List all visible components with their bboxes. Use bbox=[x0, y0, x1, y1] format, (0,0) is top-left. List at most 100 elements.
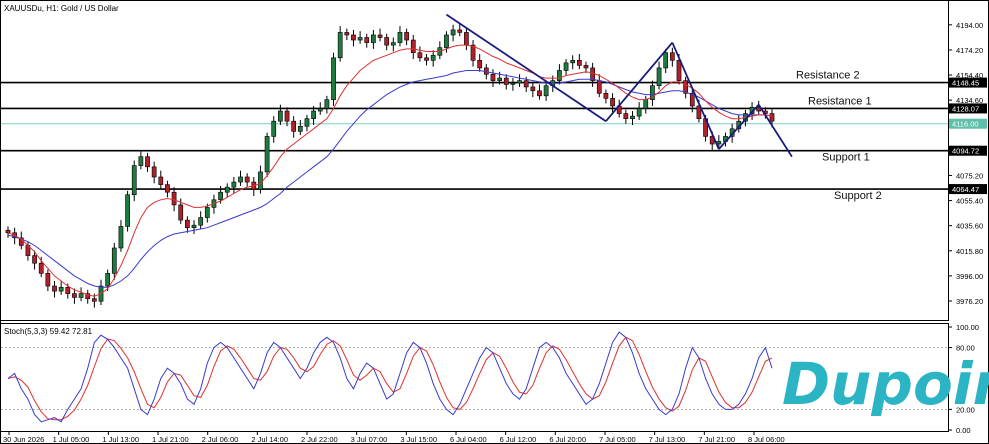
candle-body bbox=[92, 298, 97, 302]
candle-body bbox=[477, 60, 483, 69]
candle-body bbox=[583, 65, 589, 69]
candle-body bbox=[131, 165, 137, 196]
candle-body bbox=[238, 176, 243, 183]
level-price-tag-text: 4148.45 bbox=[952, 79, 979, 88]
candle-body bbox=[503, 77, 509, 85]
candle-body bbox=[72, 293, 77, 298]
price-tick-label: 3976.20 bbox=[956, 297, 983, 306]
candle-body bbox=[430, 54, 436, 61]
price-tick-label: 4174.20 bbox=[956, 46, 983, 55]
candle-body bbox=[596, 80, 602, 94]
price-tick-label: 4015.80 bbox=[956, 247, 983, 256]
candle-body bbox=[769, 113, 775, 122]
candle-body bbox=[623, 113, 629, 119]
candle-body bbox=[424, 57, 429, 61]
candle-body bbox=[198, 217, 204, 226]
candle-body bbox=[490, 73, 496, 81]
price-tick-label: 4035.60 bbox=[956, 222, 983, 231]
candle-body bbox=[5, 229, 11, 234]
candle-body bbox=[510, 82, 516, 85]
candle-body bbox=[145, 156, 150, 168]
chart: XAUUSDu, H1: Gold / US Dollar Stoch(5,3,… bbox=[0, 0, 989, 444]
candle-body bbox=[125, 194, 130, 227]
candle-body bbox=[297, 125, 303, 132]
candle-body bbox=[364, 37, 370, 43]
time-tick-label: 8 Jul 06:00 bbox=[748, 435, 785, 444]
candle-body bbox=[118, 226, 124, 249]
candle-body bbox=[377, 34, 383, 38]
candle-body bbox=[32, 255, 37, 264]
candle-body bbox=[384, 37, 390, 46]
candle-body bbox=[543, 85, 549, 97]
candle-body bbox=[351, 34, 356, 41]
candle-body bbox=[444, 34, 449, 48]
candle-body bbox=[397, 32, 403, 43]
candle-body bbox=[38, 262, 44, 274]
level-label: Resistance 2 bbox=[796, 70, 860, 82]
candle-body bbox=[404, 32, 409, 41]
time-tick-label: 1 Jul 05:00 bbox=[53, 435, 90, 444]
candle-body bbox=[304, 118, 310, 127]
current-price-tag-text: 4116.00 bbox=[952, 120, 979, 129]
candle-body bbox=[410, 39, 416, 54]
candle-body bbox=[663, 52, 669, 69]
candle-body bbox=[357, 37, 363, 41]
candle-body bbox=[231, 181, 237, 188]
candle-body bbox=[636, 108, 642, 117]
level-label: Resistance 1 bbox=[808, 95, 872, 107]
chart-header: XAUUSDu, H1: Gold / US Dollar bbox=[4, 4, 119, 13]
candle-body bbox=[65, 286, 71, 294]
candle-body bbox=[271, 120, 277, 137]
candle-body bbox=[58, 286, 64, 292]
candle-body bbox=[224, 186, 230, 193]
candle-body bbox=[105, 273, 111, 287]
candle-body bbox=[530, 86, 536, 92]
candle-body bbox=[284, 110, 290, 122]
candle-body bbox=[178, 204, 184, 221]
time-tick-label: 7 Jul 21:00 bbox=[698, 435, 735, 444]
candle-body bbox=[590, 67, 595, 81]
candle-body bbox=[371, 34, 376, 43]
candle-body bbox=[171, 191, 177, 206]
candle-body bbox=[563, 62, 569, 71]
candle-body bbox=[78, 293, 84, 298]
time-tick-label: 30 Jun 2026 bbox=[3, 435, 44, 444]
time-tick-label: 1 Jul 21:00 bbox=[152, 435, 189, 444]
candle-body bbox=[390, 42, 396, 46]
candle-body bbox=[311, 110, 316, 119]
candle-body bbox=[138, 156, 144, 166]
level-label: Support 2 bbox=[834, 190, 882, 202]
price-tick-label: 4194.00 bbox=[956, 21, 983, 30]
candle-body bbox=[570, 60, 576, 64]
stoch-label: Stoch(5,3,3) 59.42 72.81 bbox=[4, 327, 93, 336]
time-tick-label: 6 Jul 20:00 bbox=[549, 435, 586, 444]
time-tick-label: 7 Jul 05:00 bbox=[599, 435, 636, 444]
candle-body bbox=[191, 224, 197, 229]
candle-body bbox=[111, 247, 117, 274]
candle-body bbox=[557, 70, 562, 81]
candle-body bbox=[244, 176, 250, 183]
candle-body bbox=[676, 60, 682, 81]
time-tick-label: 6 Jul 04:00 bbox=[450, 435, 487, 444]
candle-body bbox=[151, 166, 157, 178]
candle-body bbox=[464, 32, 469, 46]
candle-body bbox=[417, 52, 423, 59]
time-tick-label: 3 Jul 07:00 bbox=[351, 435, 388, 444]
candle-body bbox=[497, 77, 502, 81]
time-tick-label: 2 Jul 22:00 bbox=[301, 435, 338, 444]
candle-body bbox=[517, 80, 522, 84]
svg-text:Dupoin: Dupoin bbox=[782, 350, 989, 418]
candle-body bbox=[643, 99, 649, 109]
candle-body bbox=[457, 29, 463, 33]
candle-body bbox=[291, 120, 297, 132]
time-tick-label: 2 Jul 06:00 bbox=[202, 435, 239, 444]
time-tick-label: 1 Jul 13:00 bbox=[102, 435, 139, 444]
candle-body bbox=[450, 29, 456, 36]
candle-body bbox=[344, 32, 350, 36]
time-tick-label: 6 Jul 12:00 bbox=[500, 435, 537, 444]
price-tick-label: 4055.40 bbox=[956, 197, 983, 206]
candle-body bbox=[158, 176, 164, 185]
dupoin-logo: Dupoin bbox=[782, 350, 989, 418]
candle-body bbox=[52, 285, 57, 292]
candle-body bbox=[324, 99, 330, 109]
